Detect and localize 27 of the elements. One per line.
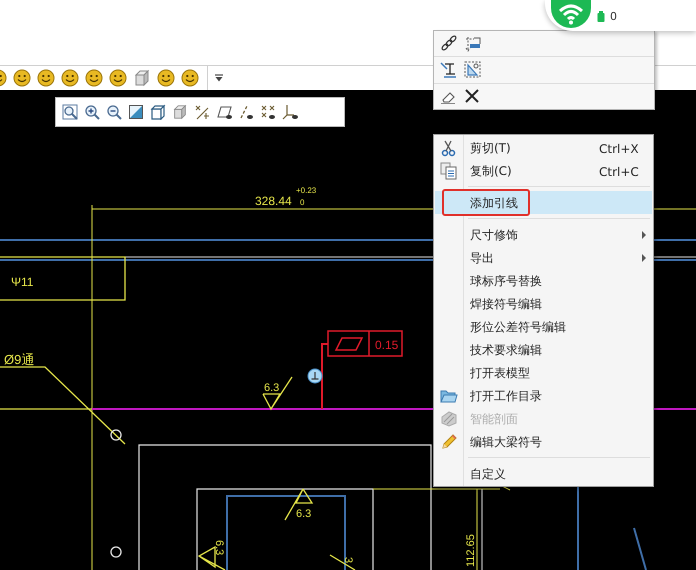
roughness-value: 6.3 <box>264 382 280 394</box>
shortcut-text: Ctrl+X <box>599 141 639 158</box>
menu-item[interactable]: 球标序号替换 <box>435 269 652 292</box>
tolerance-value: 0.15 <box>375 338 398 352</box>
menu-item[interactable]: 打开工作目录 <box>435 384 652 407</box>
shortcut-text: Ctrl+C <box>599 164 639 181</box>
menu-item[interactable]: 导出 <box>435 246 652 269</box>
menu-item[interactable]: 添加引线 <box>435 191 652 214</box>
roughness-value: 6.3 <box>296 508 312 520</box>
hole-label: Ø9通 <box>4 352 34 367</box>
menu-item[interactable]: 焊接符号编辑 <box>435 292 652 315</box>
menu-item[interactable]: 自定义 <box>435 462 652 485</box>
roughness-value: 3 <box>342 557 354 564</box>
menu-item[interactable]: 编辑大梁符号 <box>435 430 652 453</box>
tolerance-text: +0.23 <box>296 186 316 195</box>
roughness-value: 6.3 <box>213 540 225 556</box>
menu-item[interactable]: 技术要求编辑 <box>435 338 652 361</box>
menu-item[interactable]: 形位公差符号编辑 <box>435 315 652 338</box>
dimension-text: 328.44 <box>255 194 292 208</box>
menu-item[interactable]: 打开表模型 <box>435 361 652 384</box>
menu-item[interactable]: 尺寸修饰 <box>435 223 652 246</box>
network-reading: 0 <box>610 11 617 22</box>
dimension-text: 112.65 <box>465 534 477 567</box>
menu-item[interactable]: 复制(C) Ctrl+C <box>435 159 652 182</box>
fit-label: Ψ11 <box>11 275 34 289</box>
tolerance-text: 0 <box>300 198 304 207</box>
menu-item[interactable]: 剪切(T) Ctrl+X <box>435 136 652 159</box>
